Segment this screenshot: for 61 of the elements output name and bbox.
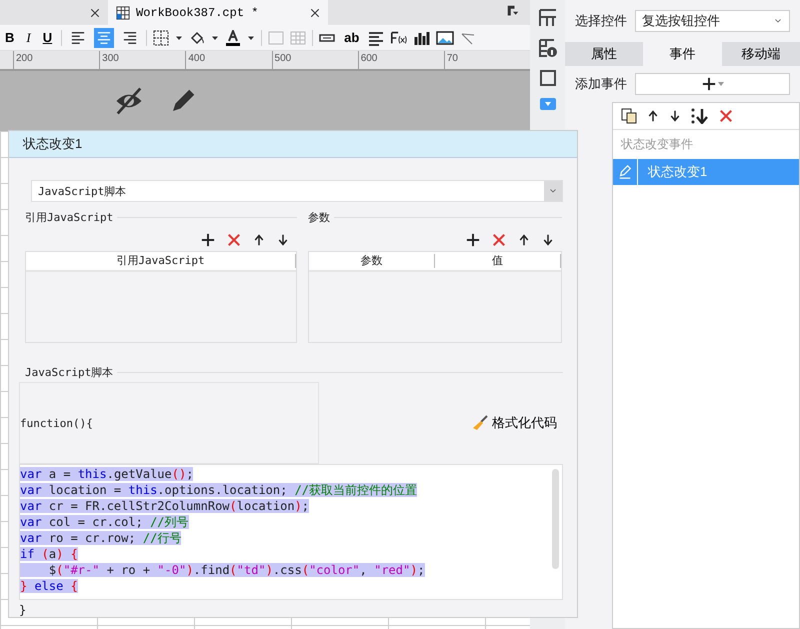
dropdown-widget-icon[interactable] bbox=[540, 98, 556, 110]
column-header: 值 bbox=[435, 254, 561, 268]
plus-icon[interactable] bbox=[702, 77, 716, 91]
up-arrow-icon[interactable] bbox=[647, 109, 659, 123]
spreadsheet-icon[interactable] bbox=[116, 6, 130, 20]
font-color-icon[interactable] bbox=[225, 30, 242, 46]
delete-icon[interactable] bbox=[492, 233, 506, 247]
formula-icon[interactable] bbox=[390, 30, 408, 46]
pencil-icon[interactable] bbox=[618, 165, 632, 179]
widget-select[interactable]: 复选按钮控件 bbox=[635, 10, 790, 32]
scrollbar[interactable] bbox=[552, 469, 559, 569]
script-type-select[interactable]: JavaScript脚本 bbox=[31, 180, 563, 202]
frame-icon[interactable] bbox=[538, 68, 558, 88]
section-title: 引用JavaScript bbox=[25, 210, 114, 225]
file-tab[interactable]: WorkBook387.cpt * bbox=[108, 0, 328, 25]
label-widget-button[interactable]: ab bbox=[341, 28, 362, 48]
delete-icon[interactable] bbox=[719, 109, 733, 123]
panel-tab[interactable]: 移动端 bbox=[722, 42, 800, 66]
close-icon[interactable] bbox=[90, 8, 100, 18]
function-header: function(){ bbox=[20, 416, 93, 430]
info-grid-icon[interactable] bbox=[538, 38, 558, 58]
section-title: JavaScript脚本 bbox=[25, 365, 114, 380]
add-icon[interactable] bbox=[201, 233, 215, 247]
section-title: 参数 bbox=[308, 210, 330, 225]
add-event-label: 添加事件 bbox=[575, 75, 627, 93]
chevron-down-icon[interactable] bbox=[773, 17, 783, 25]
broom-icon[interactable] bbox=[472, 415, 488, 431]
chevron-down-icon[interactable] bbox=[548, 187, 558, 195]
copy-icon[interactable] bbox=[621, 108, 637, 124]
bar-chart-icon[interactable] bbox=[414, 30, 430, 46]
add-icon[interactable] bbox=[466, 233, 480, 247]
code-editor[interactable] bbox=[19, 464, 563, 600]
close-icon[interactable] bbox=[310, 8, 320, 18]
down-arrow-icon[interactable] bbox=[277, 233, 289, 247]
select-label: 选择控件 bbox=[575, 12, 627, 30]
paint-bucket-icon[interactable] bbox=[189, 30, 206, 46]
text-lines-icon[interactable] bbox=[368, 30, 384, 46]
format-button[interactable]: U bbox=[40, 28, 56, 48]
border-icon[interactable] bbox=[153, 30, 170, 46]
format-button[interactable]: B bbox=[2, 28, 18, 48]
column-header: 参数 bbox=[309, 254, 435, 268]
caret-icon[interactable] bbox=[247, 34, 256, 42]
move-to-bottom-icon[interactable] bbox=[691, 108, 709, 124]
up-arrow-icon[interactable] bbox=[518, 233, 530, 247]
down-arrow-icon[interactable] bbox=[669, 109, 681, 123]
delete-icon[interactable] bbox=[227, 233, 241, 247]
down-arrow-icon[interactable] bbox=[542, 233, 554, 247]
column-header: 引用JavaScript bbox=[26, 254, 296, 268]
caret-icon[interactable] bbox=[175, 34, 184, 42]
dialog-title: 状态改变1 bbox=[9, 131, 577, 158]
up-arrow-icon[interactable] bbox=[253, 233, 265, 247]
dropdown-menu-icon[interactable] bbox=[506, 5, 520, 17]
format-code-button[interactable]: 格式化代码 bbox=[466, 413, 563, 433]
image-icon[interactable] bbox=[436, 30, 454, 46]
ruler: 200 300 400 500 600 70 bbox=[0, 51, 530, 71]
panel-tab[interactable]: 属性 bbox=[565, 42, 644, 66]
caret-icon[interactable] bbox=[211, 34, 220, 42]
format-button[interactable]: I bbox=[23, 28, 34, 48]
event-group-label: 状态改变事件 bbox=[620, 136, 694, 153]
code-closing-brace: } bbox=[19, 602, 28, 617]
layout-icon[interactable] bbox=[538, 8, 558, 28]
